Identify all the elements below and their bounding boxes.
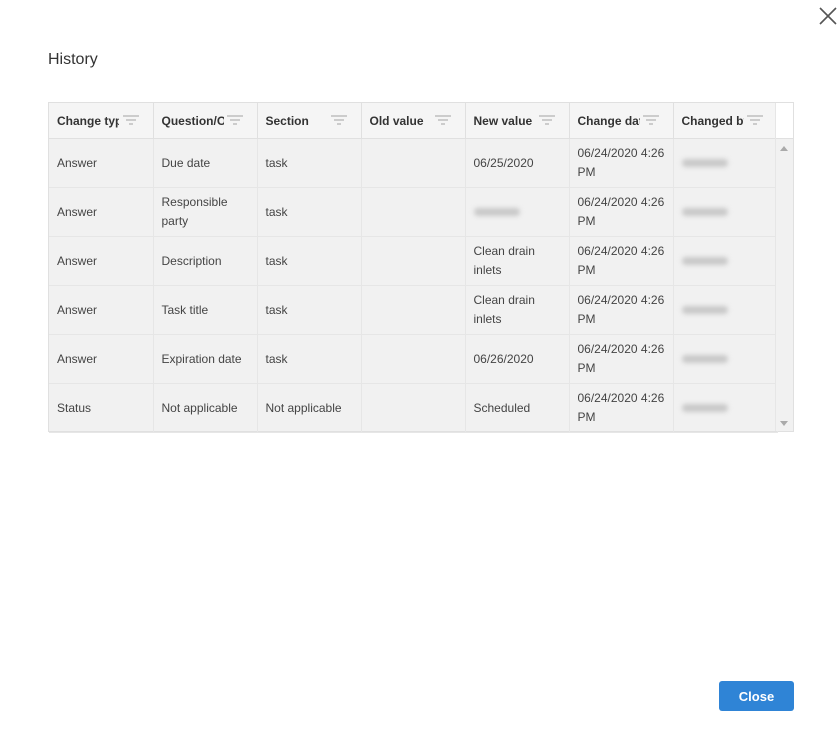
- table-row[interactable]: Status Not applicable Not applicable Schedu…: [49, 383, 778, 433]
- table-cell: 06/24/2020 4:26 PM: [569, 236, 674, 286]
- table-cell: Answer: [49, 187, 154, 237]
- table-cell: Answer: [49, 285, 154, 335]
- column-header[interactable]: Section: [257, 103, 362, 139]
- column-header[interactable]: Change date: [569, 103, 674, 139]
- table-cell: 06/24/2020 4:26 PM: [569, 138, 674, 188]
- column-header[interactable]: New value: [465, 103, 570, 139]
- table-row[interactable]: Answer Responsible party task 06/24/2020 4:…: [49, 187, 778, 237]
- filter-icon[interactable]: [434, 115, 451, 127]
- table-cell: Description: [153, 236, 258, 286]
- scroll-down-arrow[interactable]: [780, 421, 788, 426]
- table-cell: [673, 383, 778, 433]
- table-cell: Due date: [153, 138, 258, 188]
- table-cell: 06/26/2020: [465, 334, 570, 384]
- close-button[interactable]: Close: [719, 681, 794, 711]
- table-cell: [673, 285, 778, 335]
- table-row[interactable]: Answer Expiration date task 06/26/2020 06/24…: [49, 334, 778, 384]
- table-cell: [673, 138, 778, 188]
- redacted-name: [681, 158, 728, 167]
- table-cell: [361, 383, 466, 433]
- table-cell: 06/24/2020 4:26 PM: [569, 187, 674, 237]
- table-cell: task: [257, 285, 362, 335]
- table-cell: Answer: [49, 138, 154, 188]
- redacted-name: [681, 207, 728, 216]
- column-header[interactable]: Change type: [49, 103, 154, 139]
- table-cell: [465, 187, 570, 237]
- redacted-name: [681, 305, 728, 314]
- table-cell: task: [257, 334, 362, 384]
- table-cell: [361, 138, 466, 188]
- scroll-up-arrow[interactable]: [780, 146, 788, 151]
- table-cell: task: [257, 187, 362, 237]
- table-row[interactable]: Answer Due date task 06/25/2020 06/24/2020 4…: [49, 138, 778, 188]
- table-cell: [673, 187, 778, 237]
- dialog-title: History: [48, 51, 98, 68]
- filter-icon[interactable]: [122, 115, 139, 127]
- close-icon[interactable]: [816, 4, 840, 28]
- table-cell: Not applicable: [153, 383, 258, 433]
- table-cell: Status: [49, 383, 154, 433]
- table-cell: Expiration date: [153, 334, 258, 384]
- table-cell: Clean drain inlets: [465, 236, 570, 286]
- filter-icon[interactable]: [642, 115, 659, 127]
- table-cell: [673, 236, 778, 286]
- table-cell: [361, 285, 466, 335]
- column-header-label: Section: [265, 113, 309, 128]
- redacted-name: [681, 354, 728, 363]
- table-cell: 06/24/2020 4:26 PM: [569, 383, 674, 433]
- column-header-label: Changed by: [681, 113, 744, 128]
- history-grid: Change type Question/O Section Old value New…: [48, 102, 794, 433]
- table-cell: Task title: [153, 285, 258, 335]
- redacted-name: [473, 207, 520, 216]
- table-cell: [361, 187, 466, 237]
- redacted-name: [681, 256, 728, 265]
- table-row[interactable]: Answer Description task Clean drain inlets 0…: [49, 236, 778, 286]
- filter-icon[interactable]: [538, 115, 555, 127]
- vertical-scrollbar[interactable]: [775, 103, 793, 431]
- filter-icon[interactable]: [330, 115, 347, 127]
- table-row[interactable]: Answer Task title task Clean drain inlets 06…: [49, 285, 778, 335]
- table-cell: [673, 334, 778, 384]
- table-cell: Clean drain inlets: [465, 285, 570, 335]
- column-header-label: Change date: [577, 113, 640, 128]
- table-cell: 06/25/2020: [465, 138, 570, 188]
- table-cell: [361, 334, 466, 384]
- table-cell: task: [257, 138, 362, 188]
- table-cell: [361, 236, 466, 286]
- column-header-label: Old value: [369, 113, 424, 128]
- column-header[interactable]: Changed by: [673, 103, 778, 139]
- redacted-name: [681, 403, 728, 412]
- table-cell: Scheduled: [465, 383, 570, 433]
- table-cell: Responsible party: [153, 187, 258, 237]
- filter-icon[interactable]: [746, 115, 763, 127]
- column-header-label: New value: [473, 113, 533, 128]
- column-header[interactable]: Question/O: [153, 103, 258, 139]
- table-cell: 06/24/2020 4:26 PM: [569, 285, 674, 335]
- table-cell: Answer: [49, 236, 154, 286]
- column-header[interactable]: Old value: [361, 103, 466, 139]
- table-cell: Answer: [49, 334, 154, 384]
- column-header-label: Question/O: [161, 113, 224, 128]
- column-header-label: Change type: [57, 113, 119, 128]
- table-cell: Not applicable: [257, 383, 362, 433]
- table-cell: 06/24/2020 4:26 PM: [569, 334, 674, 384]
- filter-icon[interactable]: [226, 115, 243, 127]
- table-cell: task: [257, 236, 362, 286]
